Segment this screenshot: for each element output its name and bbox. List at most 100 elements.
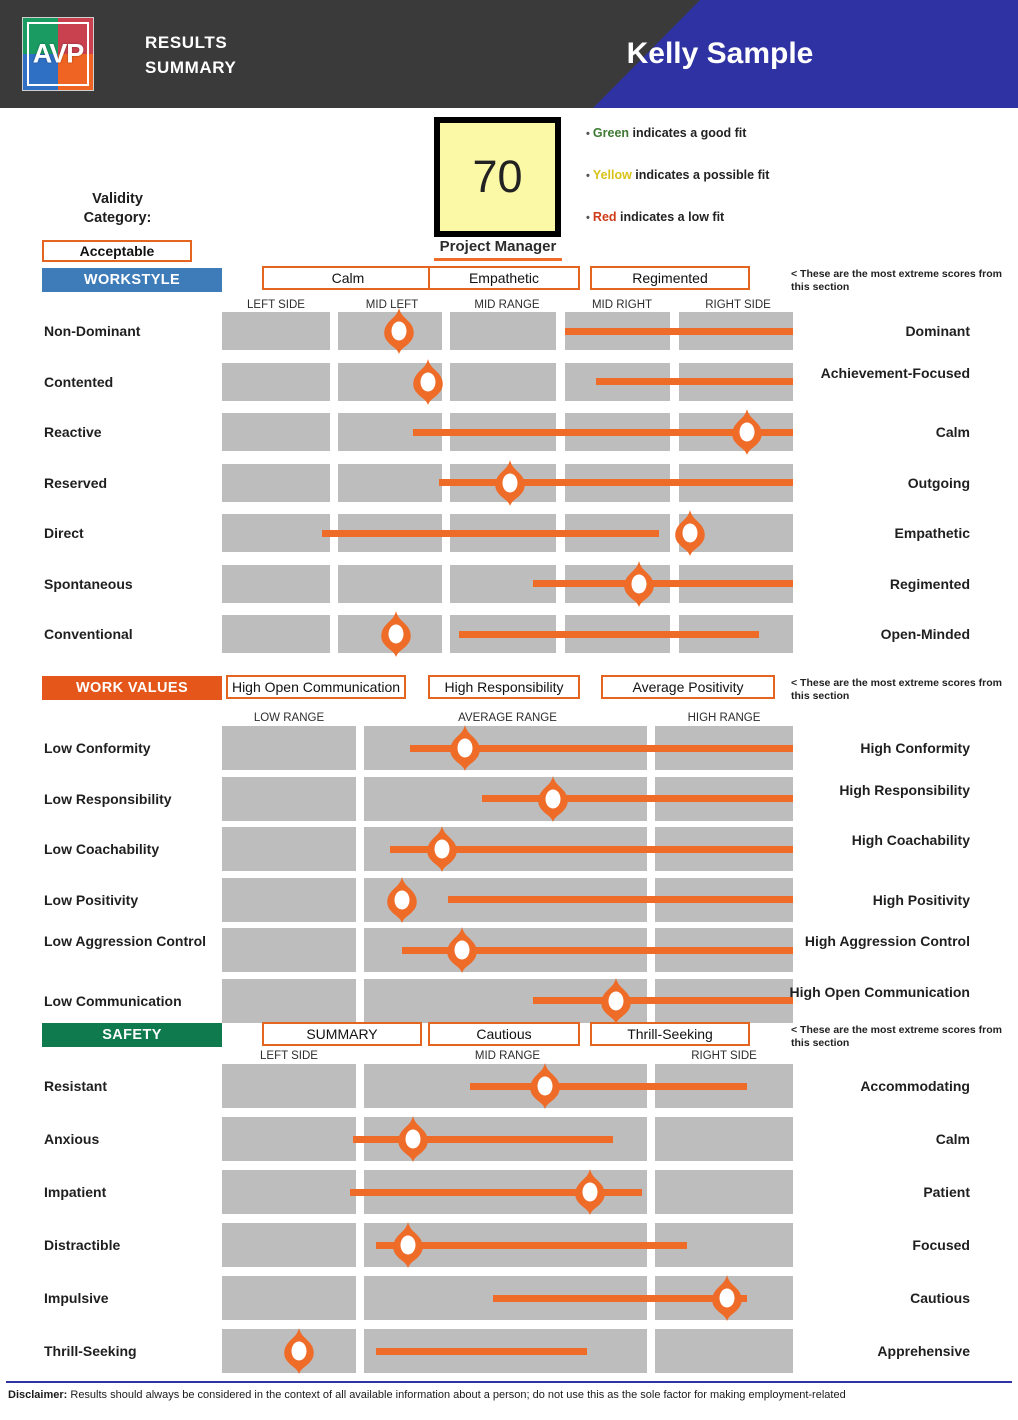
score-marker-icon — [573, 1169, 607, 1215]
trait-label-right: High Coachability — [851, 832, 970, 848]
score-marker-icon — [448, 725, 482, 771]
scale-segment-1 — [222, 463, 331, 502]
extreme-score-box-work-values-1: High Open Communication — [226, 675, 406, 699]
overall-score-box: 70 — [434, 117, 561, 237]
scale-segment-1 — [222, 362, 331, 401]
extreme-score-box-work-values-2: High Responsibility — [428, 675, 580, 699]
extreme-score-box-safety-2: Cautious — [428, 1022, 580, 1046]
trait-label-right: High Responsibility — [839, 781, 970, 798]
section-banner-work-values: WORK VALUES — [42, 676, 222, 700]
trait-row: Impulsive Cautious — [0, 1275, 1018, 1321]
score-marker-icon — [282, 1328, 316, 1374]
trait-row: Low Responsibility High Responsibility — [0, 775, 1018, 822]
legend-description: indicates a low fit — [616, 210, 725, 224]
header-dark-banner — [0, 0, 700, 108]
scale-segment-1 — [222, 1064, 357, 1108]
score-range-bar — [321, 529, 659, 537]
legend-item-yellow: • Yellow indicates a possible fit — [586, 168, 886, 182]
report-title-line1: RESULTS — [145, 33, 228, 52]
score-range-bar — [533, 580, 793, 587]
trait-label-left: Non-Dominant — [44, 323, 141, 339]
trait-label-left: Low Communication — [44, 992, 182, 1009]
extreme-scores-note-workstyle: < These are the most extreme scores from… — [791, 268, 1002, 293]
disclaimer-divider — [6, 1381, 1012, 1383]
trait-label-right: Cautious — [910, 1290, 970, 1306]
extreme-score-box-work-values-3: Average Positivity — [601, 675, 775, 699]
trait-label-right: Patient — [923, 1184, 970, 1200]
extreme-score-box-workstyle-3: Regimented — [590, 266, 750, 290]
score-marker-icon — [528, 1063, 562, 1109]
score-range-bar — [564, 327, 793, 335]
disclaimer-body: Results should always be considered in t… — [67, 1389, 846, 1401]
extreme-scores-note-safety: < These are the most extreme scores from… — [791, 1024, 1002, 1049]
scale-segment-1 — [222, 776, 357, 821]
extreme-score-box-safety-1: SUMMARY — [262, 1022, 422, 1046]
trait-row: Low Communication High Open Communication — [0, 977, 1018, 1024]
column-label-safety-2: MID RANGE — [474, 1050, 541, 1062]
candidate-name: Kelly Sample — [626, 37, 814, 70]
score-role-underline — [434, 258, 562, 261]
trait-row: Distractible Focused — [0, 1222, 1018, 1268]
trait-label-left: Anxious — [44, 1131, 100, 1147]
trait-label-left: Spontaneous — [44, 575, 133, 592]
legend-keyword: Green — [592, 126, 630, 140]
extreme-score-box-workstyle-2: Empathetic — [428, 266, 580, 290]
trait-label-right: Calm — [935, 424, 970, 440]
scale-segment-1 — [222, 413, 331, 451]
scale-segment-1 — [222, 928, 357, 972]
trait-label-right: Calm — [935, 1131, 970, 1147]
score-role-label: Project Manager — [439, 238, 557, 255]
score-marker-icon — [411, 358, 445, 405]
trait-row: Non-Dominant Dominant — [0, 308, 1018, 354]
trait-label-left: Resistant — [44, 1078, 108, 1094]
score-range-bar — [481, 795, 793, 802]
column-label-work-values-3: HIGH RANGE — [687, 712, 761, 724]
column-label-work-values-2: AVERAGE RANGE — [458, 712, 557, 724]
trait-row: Low Aggression Control High Aggression Co… — [0, 927, 1018, 973]
score-marker-icon — [536, 775, 570, 822]
scale-segment-1 — [222, 1117, 357, 1161]
extreme-scores-note-work-values: < These are the most extreme scores from… — [791, 677, 1002, 702]
score-marker-icon — [710, 1275, 744, 1321]
scale-segment-1 — [222, 1223, 357, 1267]
legend-bullet-icon: • — [586, 128, 593, 140]
trait-row: Anxious Calm — [0, 1116, 1018, 1162]
trait-row: Spontaneous Regimented — [0, 560, 1018, 607]
legend-keyword: Red — [592, 210, 617, 224]
column-label-safety-1: LEFT SIDE — [260, 1050, 318, 1062]
validity-label-line1: Validity — [92, 191, 143, 207]
trait-label-right: Regimented — [889, 575, 970, 592]
disclaimer-prefix: Disclaimer: — [8, 1389, 68, 1401]
trait-label-left: Contented — [44, 373, 114, 390]
legend-description: indicates a good fit — [629, 126, 747, 140]
score-range-bar — [493, 1294, 748, 1302]
column-label-work-values-1: LOW RANGE — [253, 712, 325, 724]
legend-bullet-icon: • — [586, 212, 593, 224]
score-range-bar — [596, 378, 793, 385]
trait-label-right: Dominant — [905, 323, 970, 339]
trait-label-left: Impulsive — [44, 1290, 109, 1306]
scale-segment-3 — [450, 312, 557, 350]
trait-row: Low Conformity High Conformity — [0, 725, 1018, 771]
trait-label-left: Direct — [44, 525, 84, 541]
score-marker-icon — [673, 510, 707, 556]
score-marker-icon — [425, 826, 459, 872]
scale-segment-1 — [222, 877, 357, 922]
trait-label-left: Distractible — [44, 1237, 121, 1253]
scale-segment-1 — [222, 312, 331, 350]
column-label-workstyle-3: MID RANGE — [474, 299, 540, 311]
scale-segment-3 — [654, 1117, 793, 1161]
scale-segment-1 — [222, 514, 331, 552]
score-marker-icon — [599, 977, 633, 1024]
scale-segment-1 — [222, 1170, 357, 1214]
scale-segment-2 — [337, 463, 442, 502]
results-summary-page: AVP RESULTS SUMMARY Kelly Sample 70 Proj… — [0, 0, 1018, 1420]
score-marker-icon — [622, 560, 656, 607]
score-range-bar — [438, 479, 793, 486]
trait-row: Impatient Patient — [0, 1169, 1018, 1215]
score-range-bar — [533, 997, 793, 1004]
score-marker-icon — [382, 308, 416, 354]
section-banner-workstyle: WORKSTYLE — [42, 268, 222, 292]
trait-row: Direct Empathetic — [0, 510, 1018, 556]
column-label-workstyle-4: MID RIGHT — [591, 299, 653, 311]
